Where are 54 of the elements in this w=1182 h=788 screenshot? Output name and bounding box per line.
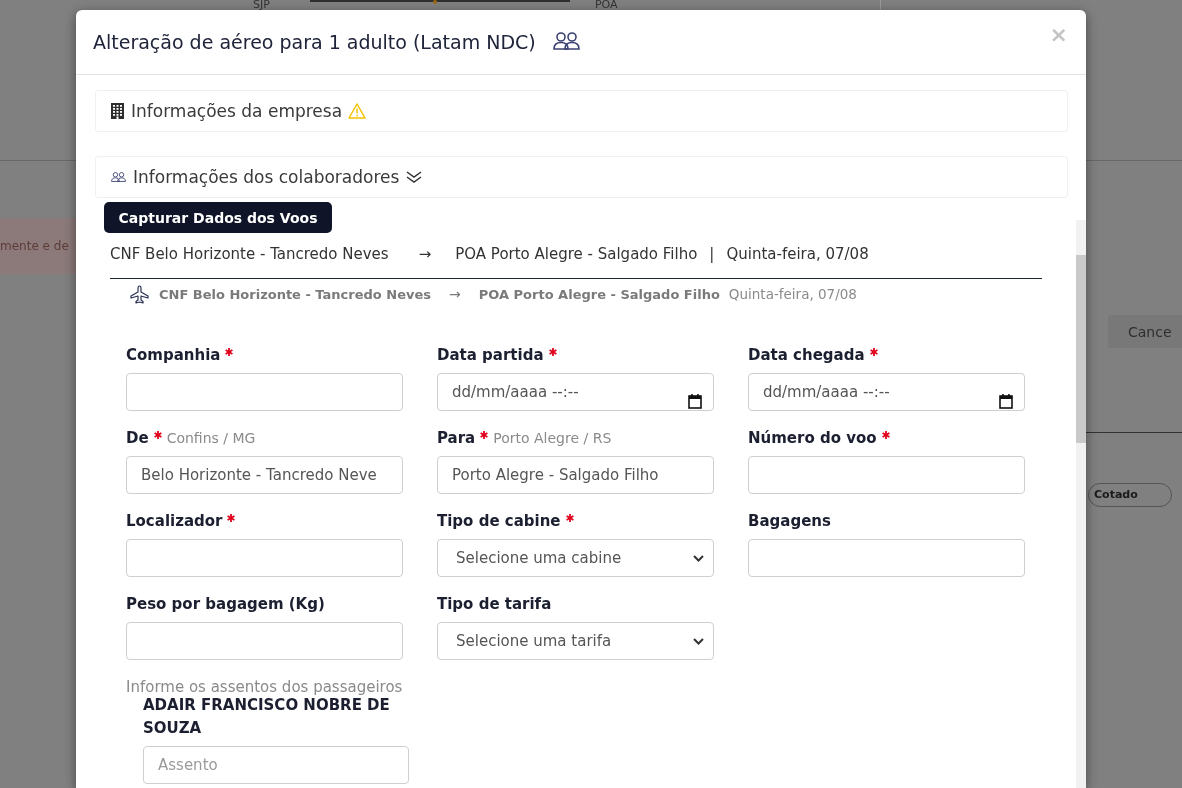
text-input[interactable] <box>126 622 403 660</box>
chevron-down-icon <box>693 554 704 562</box>
route-separator: | <box>709 245 715 263</box>
segment-date: Quinta-feira, 07/08 <box>728 286 857 302</box>
select-field[interactable]: Selecione uma cabine <box>437 539 714 577</box>
airplane-icon <box>130 284 149 304</box>
field-label: Tipo de cabine <box>437 512 561 530</box>
capture-button[interactable]: Capturar Dados dos Voos <box>104 202 332 233</box>
field-hint: Porto Alegre / RS <box>493 430 612 446</box>
scrollbar[interactable] <box>1076 220 1086 788</box>
people-icon <box>552 31 580 50</box>
datetime-field[interactable]: dd/mm/aaaa --:-- <box>437 373 714 411</box>
text-input[interactable]: Porto Alegre - Salgado Filho <box>437 456 714 494</box>
airport-code: POA <box>594 0 618 10</box>
text-input[interactable] <box>126 373 403 411</box>
route-date: Quinta-feira, 07/08 <box>726 245 869 263</box>
calendar-icon <box>688 394 702 409</box>
field-label: Número do voo <box>748 429 877 447</box>
building-icon <box>111 103 124 119</box>
route-destination: POA Porto Alegre - Salgado Filho <box>455 245 698 263</box>
field-label: Tipo de tarifa <box>437 595 552 613</box>
select-field[interactable]: Selecione uma tarifa <box>437 622 714 660</box>
route-arrow: → <box>418 245 432 263</box>
text-input[interactable] <box>748 456 1025 494</box>
field-label: Data partida <box>437 346 544 364</box>
double-chevron-down-icon <box>406 171 423 183</box>
field-label: Data chegada <box>748 346 865 364</box>
calendar-icon <box>999 394 1013 409</box>
field-label: De <box>126 429 149 447</box>
text-input[interactable]: Belo Horizonte - Tancredo Neve <box>126 456 403 494</box>
people-icon <box>111 172 126 182</box>
datetime-field[interactable]: dd/mm/aaaa --:-- <box>748 373 1025 411</box>
scrollbar-thumb[interactable] <box>1076 255 1086 443</box>
modal-title: Alteração de aéreo para 1 adulto (Latam NDC) <box>93 31 536 53</box>
airport-code: SJP <box>253 0 270 10</box>
seat-prompt: Informe os assentos dos passageiros <box>126 678 403 696</box>
field-hint: Confins / MG <box>166 430 256 446</box>
seat-input[interactable]: Assento <box>143 746 409 784</box>
chevron-down-icon <box>693 637 704 645</box>
route-origin: CNF Belo Horizonte - Tancredo Neves <box>110 245 389 263</box>
field-label: Localizador <box>126 512 223 530</box>
text-input[interactable] <box>748 539 1025 577</box>
segment-arrow: → <box>449 286 461 302</box>
segment-destination: POA Porto Alegre - Salgado Filho <box>478 286 720 302</box>
field-label: Companhia <box>126 346 221 364</box>
passenger-name: ADAIR FRANCISCO NOBRE DE SOUZA <box>143 695 391 739</box>
field-label: Peso por bagagem (Kg) <box>126 595 325 613</box>
segment-origin: CNF Belo Horizonte - Tancredo Neves <box>159 286 432 302</box>
accordion-header[interactable]: Informações da empresa <box>95 90 1068 132</box>
field-label: Bagagens <box>748 512 831 530</box>
accordion-header[interactable]: Informações dos colaboradores <box>95 156 1068 198</box>
text-input[interactable] <box>126 539 403 577</box>
field-label: Para <box>437 429 476 447</box>
banner-text: mente e de <box>0 239 69 253</box>
